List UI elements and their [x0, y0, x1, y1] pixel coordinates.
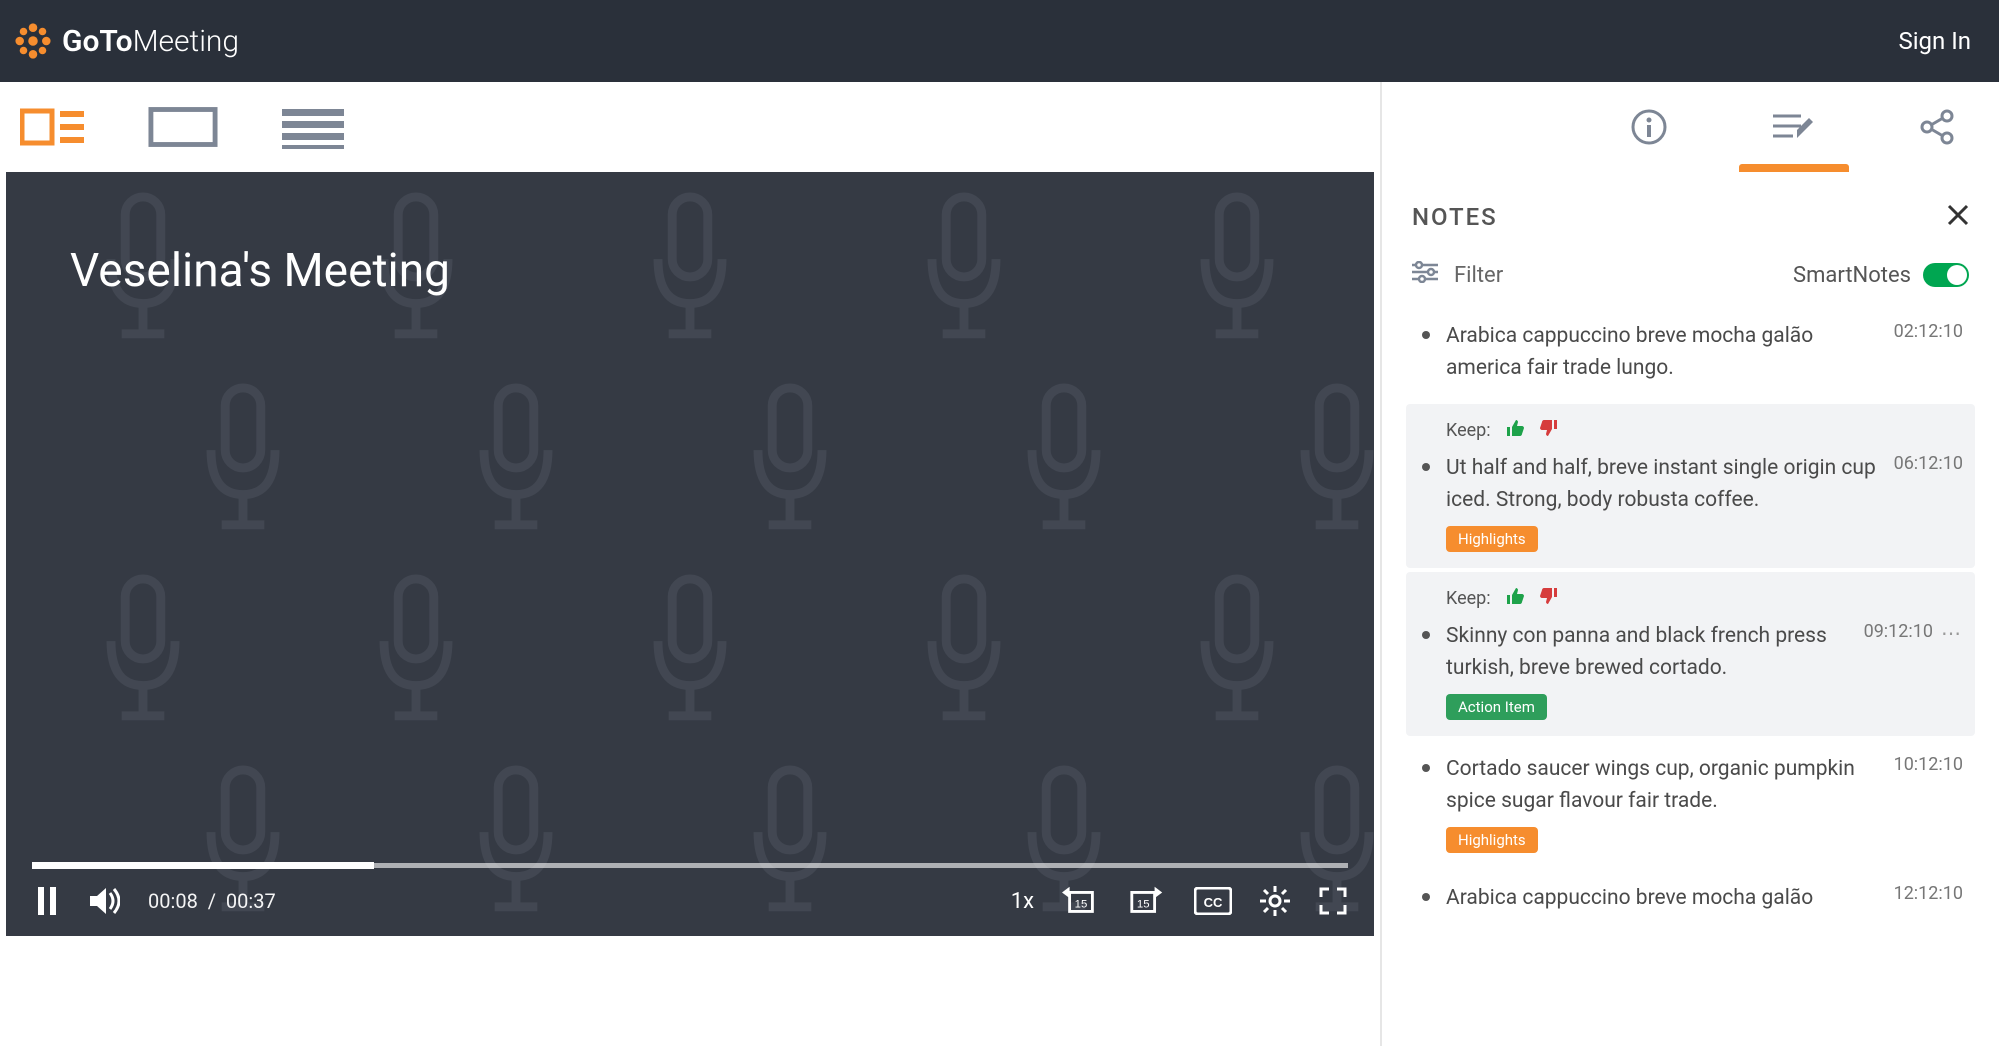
progress-track[interactable]: [32, 863, 1348, 868]
skip-back-15-button[interactable]: 15: [1062, 886, 1100, 916]
app-body: Veselina's Meeting: [0, 82, 1999, 1046]
svg-text:CC: CC: [1204, 895, 1223, 910]
smartnotes-label: SmartNotes: [1793, 263, 1911, 288]
filter-label: Filter: [1454, 263, 1503, 288]
pause-button[interactable]: [32, 886, 62, 916]
bullet-icon: [1422, 331, 1430, 339]
bullet-icon: [1422, 893, 1430, 901]
bullet-icon: [1422, 631, 1430, 639]
thumbs-down-button[interactable]: [1539, 418, 1559, 443]
fullscreen-button[interactable]: [1318, 886, 1348, 916]
time-current: 00:08: [148, 889, 198, 913]
panel-tabs: [1382, 82, 1999, 172]
tag-action-item: Action Item: [1446, 694, 1547, 720]
right-column: NOTES Filter SmartNotes Arabic: [1380, 82, 1999, 1046]
tag-highlights: Highlights: [1446, 526, 1538, 552]
smartnotes-control: SmartNotes: [1793, 263, 1969, 288]
note-timestamp: 12:12:10: [1894, 883, 1963, 904]
brand: GoToMeeting: [14, 22, 239, 60]
video-title: Veselina's Meeting: [70, 244, 450, 298]
note-item[interactable]: Keep: Skinny con panna and black french …: [1406, 572, 1975, 736]
skip-forward-15-button[interactable]: 15: [1128, 886, 1166, 916]
note-text: Arabica cappuccino breve mocha galão: [1446, 883, 1882, 915]
tab-active-underline: [1739, 164, 1849, 172]
thumbs-up-button[interactable]: [1505, 418, 1525, 443]
view-toolbar: [0, 82, 1380, 172]
time-display: 00:08 / 00:37: [148, 889, 276, 913]
logo-icon: [14, 22, 52, 60]
keep-row: Keep:: [1418, 586, 1963, 611]
note-text: Skinny con panna and black french press …: [1446, 621, 1852, 684]
svg-text:15: 15: [1137, 899, 1150, 911]
time-total: 00:37: [226, 889, 276, 913]
sliders-icon: [1412, 261, 1438, 289]
view-split-button[interactable]: [18, 103, 88, 151]
note-text: Cortado saucer wings cup, organic pumpki…: [1446, 754, 1882, 817]
brand-text-light: Meeting: [133, 24, 240, 59]
tab-share[interactable]: [1915, 105, 1959, 149]
tag-highlights: Highlights: [1446, 827, 1538, 853]
more-options-button[interactable]: ⋯: [1941, 621, 1963, 645]
volume-button[interactable]: [90, 886, 120, 916]
notes-header: NOTES: [1412, 200, 1969, 233]
notes-title: NOTES: [1412, 203, 1498, 231]
closed-captions-button[interactable]: CC: [1194, 886, 1232, 916]
video-controls: 00:08 / 00:37 1x 15: [6, 863, 1374, 936]
note-timestamp: 09:12:10: [1864, 621, 1933, 642]
note-timestamp: 10:12:10: [1894, 754, 1963, 775]
note-timestamp: 02:12:10: [1894, 321, 1963, 342]
left-column: Veselina's Meeting: [0, 82, 1380, 1046]
svg-text:15: 15: [1075, 899, 1088, 911]
bullet-icon: [1422, 764, 1430, 772]
view-list-only-button[interactable]: [278, 103, 348, 151]
app-header: GoToMeeting Sign In: [0, 0, 1999, 82]
video-player[interactable]: Veselina's Meeting: [6, 172, 1374, 936]
tab-notes[interactable]: [1771, 105, 1815, 149]
filter-button[interactable]: Filter: [1412, 261, 1503, 289]
smartnotes-toggle[interactable]: [1923, 263, 1969, 287]
view-video-only-button[interactable]: [148, 103, 218, 151]
note-text: Arabica cappuccino breve mocha galão ame…: [1446, 321, 1882, 384]
sign-in-link[interactable]: Sign In: [1898, 27, 1971, 55]
playback-speed-button[interactable]: 1x: [1011, 889, 1034, 914]
note-item[interactable]: Cortado saucer wings cup, organic pumpki…: [1412, 740, 1969, 869]
notes-subheader: Filter SmartNotes: [1412, 261, 1969, 289]
keep-label: Keep:: [1446, 420, 1491, 441]
keep-label: Keep:: [1446, 588, 1491, 609]
progress-fill: [32, 862, 374, 869]
note-text: Ut half and half, breve instant single o…: [1446, 453, 1882, 516]
note-item[interactable]: Arabica cappuccino breve mocha galão ame…: [1412, 307, 1969, 400]
settings-gear-button[interactable]: [1260, 886, 1290, 916]
tab-info[interactable]: [1627, 105, 1671, 149]
note-item[interactable]: Keep: Ut half and half, breve instant si…: [1406, 404, 1975, 568]
close-notes-button[interactable]: [1947, 200, 1969, 233]
note-timestamp: 06:12:10: [1894, 453, 1963, 474]
video-wrapper: Veselina's Meeting: [0, 172, 1380, 936]
notes-panel: NOTES Filter SmartNotes Arabic: [1382, 172, 1999, 1046]
keep-row: Keep:: [1418, 418, 1963, 443]
notes-list: Arabica cappuccino breve mocha galão ame…: [1412, 307, 1969, 931]
brand-text-bold: GoTo: [62, 24, 133, 59]
brand-text: GoToMeeting: [62, 24, 239, 59]
thumbs-up-button[interactable]: [1505, 586, 1525, 611]
bullet-icon: [1422, 463, 1430, 471]
thumbs-down-button[interactable]: [1539, 586, 1559, 611]
note-item[interactable]: Arabica cappuccino breve mocha galão 12:…: [1412, 869, 1969, 931]
time-sep: /: [208, 889, 216, 913]
